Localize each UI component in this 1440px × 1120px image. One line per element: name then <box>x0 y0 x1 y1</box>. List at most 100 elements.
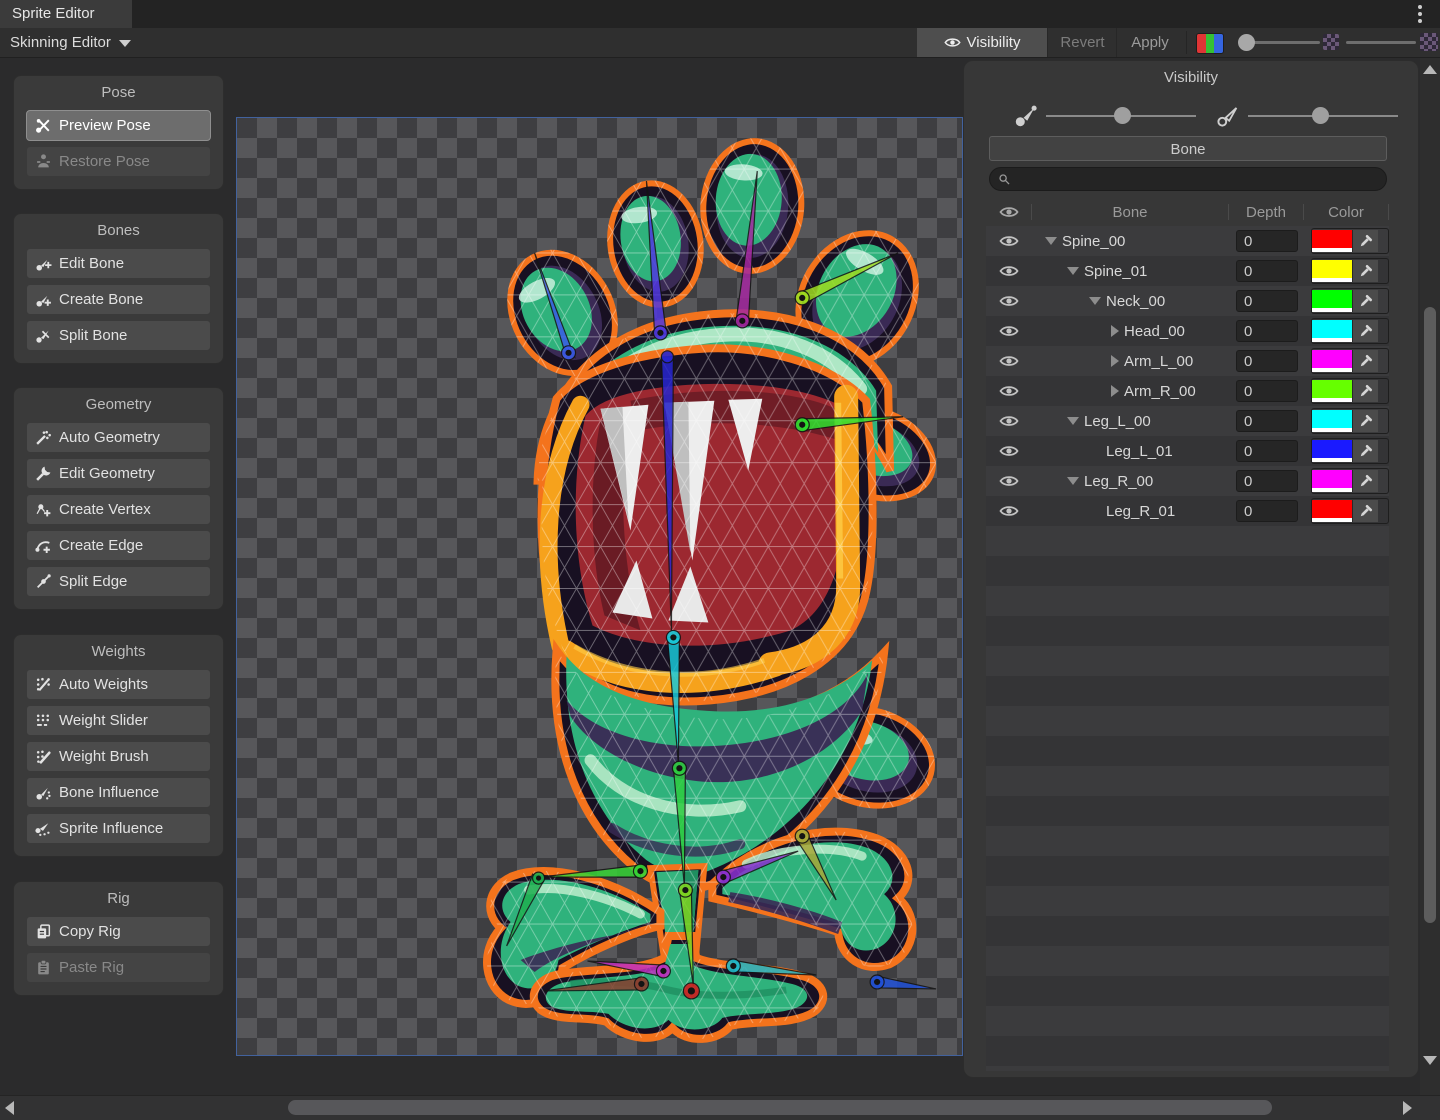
color-swatch[interactable] <box>1312 410 1352 432</box>
table-row-spine-00[interactable]: Spine_00 0 <box>986 226 1389 256</box>
color-swatch[interactable] <box>1312 290 1352 312</box>
eye-icon[interactable] <box>999 261 1019 281</box>
table-row-arm-l-00[interactable]: Arm_L_00 0 <box>986 346 1389 376</box>
restore-pose-button[interactable]: Restore Pose <box>26 146 211 177</box>
scroll-up-arrow-icon[interactable] <box>1423 65 1437 74</box>
eyedropper-icon[interactable] <box>1352 410 1378 432</box>
eyedropper-icon[interactable] <box>1352 440 1378 462</box>
preview-pose-button[interactable]: Preview Pose <box>26 110 211 141</box>
chevron-down-icon[interactable] <box>1067 477 1079 485</box>
depth-input[interactable]: 0 <box>1236 380 1298 402</box>
rgb-channels-button[interactable] <box>1196 33 1224 54</box>
bone-color-control[interactable] <box>1311 258 1389 284</box>
horizontal-scrollbar-thumb[interactable] <box>288 1100 1272 1115</box>
eye-icon[interactable] <box>999 471 1019 491</box>
table-row-leg-r-00[interactable]: Leg_R_00 0 <box>986 466 1389 496</box>
vertical-scrollbar[interactable] <box>1420 57 1440 1097</box>
paste-rig-button[interactable]: Paste Rig <box>26 952 211 983</box>
alpha-slider-knob[interactable] <box>1238 34 1255 51</box>
color-swatch[interactable] <box>1312 260 1352 282</box>
split-edge-button[interactable]: Split Edge <box>26 566 211 597</box>
color-swatch[interactable] <box>1312 230 1352 252</box>
chevron-down-icon[interactable] <box>1067 417 1079 425</box>
table-row-leg-r-01[interactable]: Leg_R_01 0 <box>986 496 1389 526</box>
bone-color-control[interactable] <box>1311 468 1389 494</box>
visibility-toggle-button[interactable]: Visibility <box>917 28 1047 57</box>
depth-input[interactable]: 0 <box>1236 260 1298 282</box>
eyedropper-icon[interactable] <box>1352 470 1378 492</box>
sprite-influence-button[interactable]: Sprite Influence <box>26 813 211 844</box>
eye-icon[interactable] <box>999 501 1019 521</box>
table-row-head-00[interactable]: Head_00 0 <box>986 316 1389 346</box>
chevron-right-icon[interactable] <box>1111 355 1119 367</box>
bone-color-control[interactable] <box>1311 438 1389 464</box>
tab-bone-category[interactable]: Bone <box>989 136 1387 161</box>
eye-icon[interactable] <box>999 411 1019 431</box>
eye-icon[interactable] <box>999 351 1019 371</box>
bone-opacity-slider-knob[interactable] <box>1114 107 1131 124</box>
column-header-bone[interactable]: Bone <box>1031 204 1228 220</box>
horizontal-scrollbar[interactable] <box>0 1095 1440 1120</box>
chevron-down-icon[interactable] <box>1067 267 1079 275</box>
kebab-menu-icon[interactable] <box>1418 5 1422 26</box>
mode-dropdown[interactable]: Skinning Editor <box>6 28 141 57</box>
scroll-down-arrow-icon[interactable] <box>1423 1056 1437 1065</box>
eye-icon[interactable] <box>999 321 1019 341</box>
bone-influence-button[interactable]: Bone Influence <box>26 777 211 808</box>
depth-input[interactable]: 0 <box>1236 350 1298 372</box>
depth-input[interactable]: 0 <box>1236 440 1298 462</box>
table-row-leg-l-00[interactable]: Leg_L_00 0 <box>986 406 1389 436</box>
depth-input[interactable]: 0 <box>1236 290 1298 312</box>
depth-input[interactable]: 0 <box>1236 230 1298 252</box>
search-field[interactable] <box>989 167 1387 191</box>
chevron-right-icon[interactable] <box>1111 325 1119 337</box>
eyedropper-icon[interactable] <box>1352 350 1378 372</box>
search-input[interactable] <box>1017 170 1378 188</box>
weight-brush-button[interactable]: Weight Brush <box>26 741 211 772</box>
bone-color-control[interactable] <box>1311 408 1389 434</box>
eyedropper-icon[interactable] <box>1352 380 1378 402</box>
color-swatch[interactable] <box>1312 380 1352 402</box>
table-row-arm-r-00[interactable]: Arm_R_00 0 <box>986 376 1389 406</box>
color-swatch[interactable] <box>1312 500 1352 522</box>
create-edge-button[interactable]: Create Edge <box>26 530 211 561</box>
sprite-canvas[interactable] <box>236 117 963 1056</box>
bone-color-control[interactable] <box>1311 228 1389 254</box>
chevron-right-icon[interactable] <box>1111 385 1119 397</box>
bone-color-control[interactable] <box>1311 318 1389 344</box>
auto-geometry-button[interactable]: Auto Geometry <box>26 422 211 453</box>
column-header-color[interactable]: Color <box>1303 204 1389 220</box>
auto-weights-button[interactable]: Auto Weights <box>26 669 211 700</box>
bone-color-control[interactable] <box>1311 348 1389 374</box>
eyedropper-icon[interactable] <box>1352 290 1378 312</box>
bone-color-control[interactable] <box>1311 498 1389 524</box>
scroll-left-arrow-icon[interactable] <box>5 1101 14 1115</box>
revert-button[interactable]: Revert <box>1047 28 1117 57</box>
depth-input[interactable]: 0 <box>1236 500 1298 522</box>
eyedropper-icon[interactable] <box>1352 230 1378 252</box>
opacity-slider-track[interactable] <box>1346 41 1416 44</box>
eyedropper-icon[interactable] <box>1352 500 1378 522</box>
chevron-down-icon[interactable] <box>1089 297 1101 305</box>
eye-icon[interactable] <box>999 441 1019 461</box>
color-swatch[interactable] <box>1312 470 1352 492</box>
vertical-scrollbar-thumb[interactable] <box>1424 307 1436 923</box>
chevron-down-icon[interactable] <box>1045 237 1057 245</box>
depth-input[interactable]: 0 <box>1236 410 1298 432</box>
color-swatch[interactable] <box>1312 320 1352 342</box>
eye-icon[interactable] <box>999 291 1019 311</box>
eye-icon[interactable] <box>999 381 1019 401</box>
scroll-right-arrow-icon[interactable] <box>1403 1101 1412 1115</box>
create-bone-button[interactable]: Create Bone <box>26 284 211 315</box>
color-swatch[interactable] <box>1312 440 1352 462</box>
edit-geometry-button[interactable]: Edit Geometry <box>26 458 211 489</box>
color-swatch[interactable] <box>1312 350 1352 372</box>
create-vertex-button[interactable]: Create Vertex <box>26 494 211 525</box>
eye-icon[interactable] <box>999 231 1019 251</box>
split-bone-button[interactable]: Split Bone <box>26 320 211 351</box>
bone-color-control[interactable] <box>1311 378 1389 404</box>
eyedropper-icon[interactable] <box>1352 320 1378 342</box>
depth-input[interactable]: 0 <box>1236 320 1298 342</box>
tab-sprite-editor[interactable]: Sprite Editor <box>0 0 132 28</box>
weight-slider-button[interactable]: Weight Slider <box>26 705 211 736</box>
